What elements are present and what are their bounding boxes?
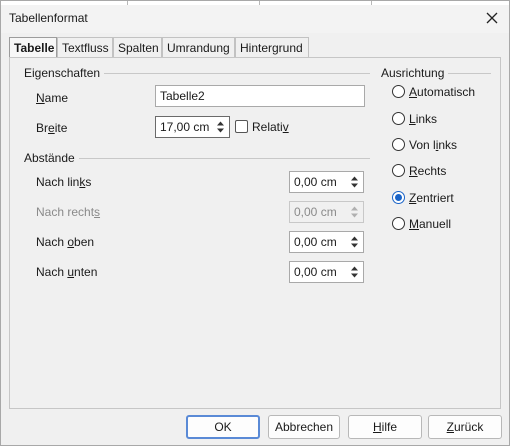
right-spacing-label: Nach rechts: [36, 205, 101, 219]
left-spacing-label: Nach links: [36, 175, 92, 189]
close-button[interactable]: [481, 8, 503, 28]
left-spacing-value: 0,00 cm: [294, 175, 337, 189]
tab-panel-tabelle: Eigenschaften Name Tabelle2 Breite 17,00…: [9, 57, 501, 409]
tab-umrandung[interactable]: Umrandung: [162, 37, 235, 57]
spacing-heading: Abstände: [24, 151, 79, 165]
cancel-button[interactable]: Abbrechen: [268, 415, 340, 439]
reset-button[interactable]: Zurück: [428, 415, 502, 439]
name-label: Name: [36, 91, 69, 105]
radio-links[interactable]: [392, 112, 405, 125]
top-spacing-value: 0,00 cm: [294, 235, 337, 249]
radio-rechts[interactable]: [392, 164, 405, 177]
spin-arrows-icon[interactable]: [214, 119, 227, 135]
left-spacing-spinfield[interactable]: 0,00 cm: [289, 171, 364, 193]
tab-label: Textfluss: [62, 41, 109, 55]
bottom-spacing-label: Nach unten: [36, 265, 98, 279]
right-spacing-spinfield: 0,00 cm: [289, 201, 364, 223]
bottom-spacing-value: 0,00 cm: [294, 265, 337, 279]
radio-von-links[interactable]: [392, 138, 405, 151]
radio-automatisch[interactable]: [392, 85, 405, 98]
tab-label: Tabelle: [14, 41, 55, 55]
radio-label: Von links: [409, 138, 458, 152]
width-value: 17,00 cm: [160, 120, 210, 134]
close-icon: [486, 12, 498, 24]
ok-button[interactable]: OK: [186, 415, 260, 439]
title-bar: Tabellenformat: [1, 5, 509, 33]
radio-label: Rechts: [409, 164, 447, 178]
tab-spalten[interactable]: Spalten: [113, 37, 162, 57]
width-label: Breite: [36, 121, 68, 135]
dialog-window: Tabellenformat Tabelle Textfluss Spalten…: [0, 0, 510, 446]
radio-zentriert[interactable]: [392, 191, 405, 204]
tab-hintergrund[interactable]: Hintergrund: [235, 37, 309, 57]
dialog-title: Tabellenformat: [9, 11, 88, 25]
radio-label: Manuell: [409, 217, 452, 231]
spin-arrows-icon[interactable]: [348, 234, 361, 250]
tab-tabelle[interactable]: Tabelle: [9, 37, 57, 58]
relative-label: Relativ: [252, 120, 289, 134]
top-spacing-label: Nach oben: [36, 235, 95, 249]
radio-manuell[interactable]: [392, 217, 405, 230]
tab-textfluss[interactable]: Textfluss: [57, 37, 113, 57]
tab-label: Hintergrund: [240, 41, 303, 55]
tab-label: Umrandung: [167, 41, 230, 55]
radio-label: Automatisch: [409, 85, 476, 99]
bottom-spacing-spinfield[interactable]: 0,00 cm: [289, 261, 364, 283]
spin-arrows-icon: [348, 204, 361, 220]
width-spinfield[interactable]: 17,00 cm: [155, 116, 230, 138]
alignment-heading: Ausrichtung: [381, 66, 449, 80]
properties-heading: Eigenschaften: [24, 66, 105, 80]
relative-checkbox[interactable]: [235, 120, 248, 133]
radio-label: Links: [409, 112, 438, 126]
top-spacing-spinfield[interactable]: 0,00 cm: [289, 231, 364, 253]
right-spacing-value: 0,00 cm: [294, 205, 337, 219]
name-field[interactable]: Tabelle2: [155, 85, 365, 107]
spin-arrows-icon[interactable]: [348, 174, 361, 190]
spin-arrows-icon[interactable]: [348, 264, 361, 280]
radio-label: Zentriert: [409, 191, 454, 205]
tab-label: Spalten: [118, 41, 159, 55]
help-button[interactable]: Hilfe: [348, 415, 422, 439]
